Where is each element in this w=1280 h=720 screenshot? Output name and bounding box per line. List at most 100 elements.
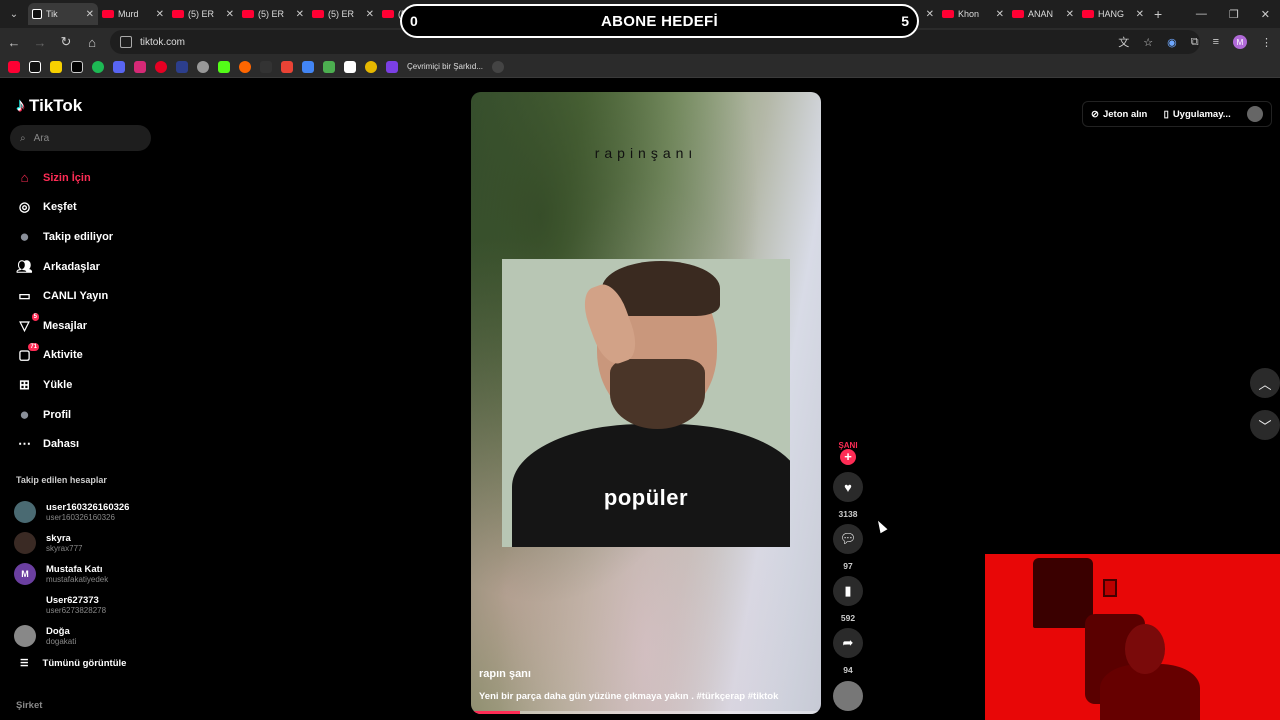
close-tab-icon[interactable]: ✕ (296, 9, 304, 20)
sidebar-item[interactable]: ● Takip ediliyor (16, 222, 166, 252)
pinterest-bookmark-icon[interactable] (155, 60, 167, 73)
close-tab-icon[interactable]: ✕ (996, 9, 1004, 20)
bookmark-10-icon[interactable] (197, 60, 209, 73)
browser-tab[interactable]: (5) ER ✕ (168, 3, 238, 25)
heart-icon[interactable]: ♥ (833, 472, 863, 502)
site-info-icon[interactable] (120, 36, 132, 48)
extensions-puzzle-icon[interactable]: ⧉ (1191, 36, 1199, 49)
tiktok-bookmark-icon[interactable] (29, 60, 41, 73)
close-tab-icon[interactable]: ✕ (926, 9, 934, 20)
youtube-bookmark-icon[interactable] (8, 60, 20, 73)
browser-tab[interactable]: (5) ER ✕ (238, 3, 308, 25)
sidebar-item[interactable]: ⊞ Yükle (16, 370, 166, 400)
comment-icon[interactable]: 💬︎ (833, 524, 863, 554)
next-video-button[interactable]: ﹀ (1250, 410, 1280, 440)
followed-accounts-title: Takip edilen hesaplar (16, 475, 107, 485)
tab-search-icon[interactable]: ⌄ (0, 0, 28, 28)
sidebar-item-label: Yükle (43, 378, 73, 391)
bookmark-19-icon[interactable] (386, 60, 398, 73)
browser-tab[interactable]: Tik ✕ (28, 3, 98, 25)
close-tab-icon[interactable]: ✕ (366, 9, 374, 20)
bookmark-9-icon[interactable] (176, 60, 188, 73)
bookmark-12-icon[interactable] (239, 60, 251, 73)
back-icon[interactable]: ← (2, 30, 26, 54)
sidebar-item[interactable]: ▢ 71 Aktivite (16, 341, 166, 371)
sidebar-item[interactable]: ▽ 5 Mesajlar (16, 311, 166, 341)
tiktok-logo[interactable]: ♪ TikTok (16, 95, 82, 116)
instagram-bookmark-icon[interactable] (134, 60, 146, 73)
video-author[interactable]: rapın şanı (479, 668, 531, 680)
discord-bookmark-icon[interactable] (113, 60, 125, 73)
followed-account[interactable]: skyra skyrax777 (14, 527, 164, 558)
browser-tab[interactable]: (5) ER ✕ (308, 3, 378, 25)
followed-account[interactable]: M Mustafa Katı mustafakatiyedek (14, 558, 164, 589)
company-link[interactable]: Şirket (16, 700, 42, 711)
bookmark-icon[interactable]: ▮ (833, 576, 863, 606)
close-tab-icon[interactable]: ✕ (86, 9, 94, 20)
bookmark-16-icon[interactable] (323, 60, 335, 73)
minimize-icon[interactable]: — (1196, 8, 1207, 20)
tab-label: (5) ER (258, 9, 285, 19)
sidebar-item[interactable]: ▭ CANLI Yayın (16, 281, 166, 311)
reload-icon[interactable]: ↻ (54, 30, 78, 54)
goal-title: ABONE HEDEFİ (601, 12, 718, 30)
search-input[interactable]: ⌕ Ara (10, 125, 151, 151)
spotify-bookmark-icon[interactable] (92, 60, 104, 73)
close-tab-icon[interactable]: ✕ (1066, 9, 1074, 20)
browser-tab[interactable]: Murd ✕ (98, 3, 168, 25)
close-window-icon[interactable]: ✕ (1261, 8, 1270, 21)
browser-tab[interactable]: ANAN ✕ (1008, 3, 1078, 25)
follow-plus-icon[interactable]: + (840, 449, 856, 465)
comment-action[interactable]: 💬︎ 97 (831, 524, 865, 571)
followed-account[interactable]: user160326160326 user160326160326 (14, 496, 164, 527)
video-player[interactable]: rapinşanı popüler rapın şanı Yeni bir pa… (471, 92, 821, 714)
webcam-frame (1103, 579, 1117, 597)
music-disc-icon[interactable] (833, 681, 863, 711)
sidebar-item[interactable]: ⋯ Dahası (16, 429, 166, 459)
new-tab-icon[interactable]: + (1154, 6, 1162, 22)
video-progress-bar[interactable] (471, 711, 821, 714)
bookmark-13-icon[interactable] (260, 60, 272, 73)
restore-icon[interactable]: ❐ (1229, 8, 1239, 21)
song-bookmark-label[interactable]: Çevrimiçi bir Şarkıd... (407, 62, 483, 71)
creator-avatar[interactable]: ŞANI + (831, 432, 865, 465)
forward-icon[interactable]: → (28, 30, 52, 54)
sidebar-item[interactable]: ◎ Keşfet (16, 193, 166, 223)
like-action[interactable]: ♥ 3138 (831, 472, 865, 519)
browser-tab[interactable]: HANG ✕ (1078, 3, 1148, 25)
share-icon[interactable]: ➦ (833, 628, 863, 658)
save-action[interactable]: ▮ 592 (831, 576, 865, 623)
browser-menu-icon[interactable]: ⋮ (1261, 36, 1272, 49)
bookmark-21-icon[interactable] (492, 60, 505, 73)
close-tab-icon[interactable]: ✕ (156, 9, 164, 20)
home-browser-icon[interactable]: ⌂ (80, 30, 104, 54)
sidebar-item[interactable]: 👥︎ Arkadaşlar (16, 252, 166, 282)
get-coins-button[interactable]: ⊘ Jeton alın (1091, 109, 1147, 120)
sidebar-item[interactable]: ⌂ Sizin İçin (16, 163, 166, 193)
x-bookmark-icon[interactable] (71, 60, 83, 73)
kick-bookmark-icon[interactable] (218, 60, 230, 73)
followed-account[interactable]: Doğa dogakati (14, 620, 164, 651)
see-all-link[interactable]: ☰ Tümünü görüntüle (20, 658, 126, 669)
extension-audio-icon[interactable]: ◉ (1167, 36, 1177, 49)
bookmark-18-icon[interactable] (365, 60, 377, 73)
s-bookmark-icon[interactable] (50, 60, 62, 73)
share-action[interactable]: ➦ 94 (831, 628, 865, 675)
avatar (14, 500, 36, 523)
bookmark-17-icon[interactable] (344, 60, 356, 73)
user-avatar[interactable] (1246, 106, 1263, 122)
browser-profile-avatar[interactable]: M (1233, 35, 1247, 49)
get-app-button[interactable]: ▯ Uygulamay... (1164, 109, 1231, 120)
reading-list-icon[interactable]: ≡ (1213, 36, 1219, 48)
comment-count: 97 (843, 561, 853, 571)
bookmark-star-icon[interactable]: ☆ (1143, 36, 1153, 49)
sidebar-item[interactable]: ● Profil (16, 400, 166, 430)
followed-account[interactable]: User627373 user6273828278 (14, 589, 164, 620)
close-tab-icon[interactable]: ✕ (226, 9, 234, 20)
browser-tab[interactable]: Khon ✕ (938, 3, 1008, 25)
gmail-bookmark-icon[interactable] (281, 60, 293, 73)
previous-video-button[interactable]: ︿ (1250, 368, 1280, 398)
bookmark-15-icon[interactable] (302, 60, 314, 73)
close-tab-icon[interactable]: ✕ (1136, 9, 1144, 20)
translate-icon[interactable]: 文 (1118, 34, 1129, 50)
